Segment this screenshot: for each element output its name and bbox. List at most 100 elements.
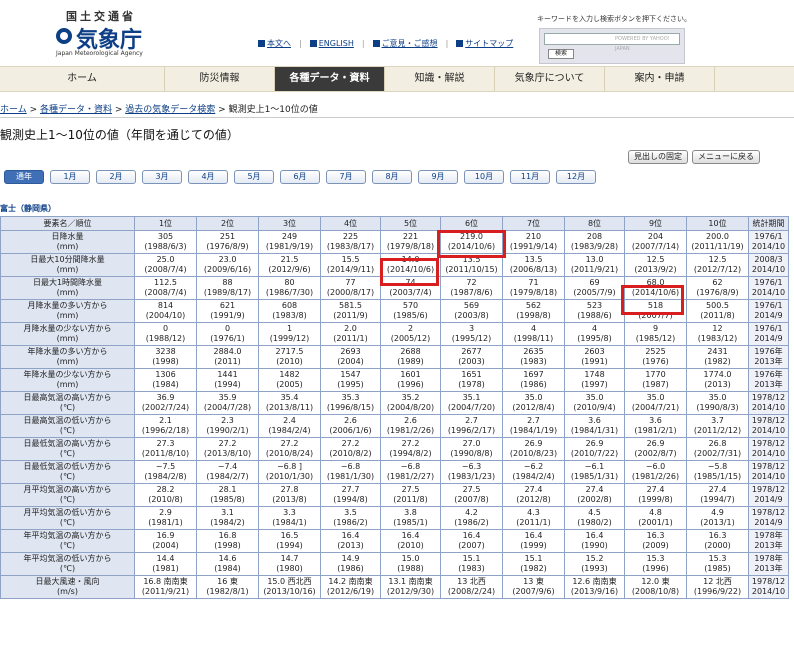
nav-item[interactable]: 防災情報 [165, 67, 275, 91]
tab-month[interactable]: 1月 [50, 170, 90, 184]
cell-value: 1547 [340, 370, 361, 379]
rank-cell: 208 (1983/9/28) [564, 230, 625, 254]
tab-month[interactable]: 12月 [556, 170, 596, 184]
element-name: 年平均気温の低い方から [23, 554, 112, 563]
cell-value: −7.5 [155, 462, 176, 471]
link-sitemap[interactable]: サイトマップ [456, 38, 513, 49]
cell-date: (1985/1/15) [693, 472, 742, 481]
cell-date: (1985/1/31) [570, 472, 619, 481]
link-feedback[interactable]: ご意見・ご感想 [372, 38, 438, 49]
cell-date: (1990/8/3) [696, 403, 739, 412]
fix-header-button[interactable]: 見出しの固定 [628, 150, 688, 164]
tab-month[interactable]: 4月 [188, 170, 228, 184]
rank-cell: 35.0 (2012/8/4) [502, 391, 565, 415]
rank-cell: 4.5 (1980/2) [564, 506, 625, 530]
cell-value: 3.3 [283, 508, 296, 517]
cell-value: 3.1 [221, 508, 234, 517]
cell-value: 16.8 [218, 531, 237, 540]
rank-cell: 4.3 (2011/1) [502, 506, 565, 530]
cell-date: (1978) [458, 380, 485, 389]
element-unit: (m/s) [57, 587, 78, 596]
cell-date: (1996) [642, 564, 669, 573]
cell-value: 608 [281, 301, 298, 310]
cell-date: (2005/7/9) [573, 288, 616, 297]
nav-item[interactable]: 気象庁について [495, 67, 605, 91]
breadcrumb-search[interactable]: 過去の気象データ検索 [125, 105, 215, 115]
table-row: 日降水量 (mm) 305 (1988/6/3) 251 (1976/8/9) 249 (19… [0, 230, 789, 254]
station-name: 富士（静岡県） [0, 204, 56, 213]
cell-value: 16.9 [156, 531, 175, 540]
tab-month[interactable]: 11月 [510, 170, 550, 184]
period-cell: 1976年 2013年 [748, 345, 789, 369]
rank-cell: 26.9 (2002/8/7) [624, 437, 687, 461]
cell-value: 35.2 [401, 393, 420, 402]
nav-item[interactable]: ホーム [0, 67, 165, 91]
cell-date: (1981/1/30) [326, 472, 375, 481]
cell-value: 1601 [400, 370, 421, 379]
cell-value: 27.2 [401, 439, 420, 448]
nav-item[interactable]: 案内・申請 [605, 67, 715, 91]
cell-date: (2011) [214, 357, 241, 366]
cell-date: (1994/7) [700, 495, 735, 504]
tab-month[interactable]: 5月 [234, 170, 274, 184]
search-button[interactable]: 検索 [548, 49, 574, 59]
table-row: 日最低気温の高い方から (℃) 27.3 (2011/8/10) 27.2 (2013/8… [0, 437, 789, 461]
cell-value: 1748 [584, 370, 605, 379]
element-name: 日最低気温の低い方から [23, 462, 112, 471]
cell-date: (1996/2/17) [447, 426, 496, 435]
rank-cell: 69 (2005/7/9) [564, 276, 625, 300]
cell-date: (2014/9/11) [326, 265, 375, 274]
row-label: 日降水量 (mm) [0, 230, 135, 254]
breadcrumb-home[interactable]: ホーム [0, 105, 27, 115]
cell-value: 251 [219, 232, 236, 241]
tab-month[interactable]: 3月 [142, 170, 182, 184]
tab-month[interactable]: 9月 [418, 170, 458, 184]
cell-date: (1995/8) [577, 334, 612, 343]
cell-value: 27.4 [646, 485, 665, 494]
cell-date: (2003/8) [454, 311, 489, 320]
cell-value: 4.9 [711, 508, 724, 517]
tab-month[interactable]: 7月 [326, 170, 366, 184]
cell-date: (1985/8) [210, 495, 245, 504]
tab-month[interactable]: 8月 [372, 170, 412, 184]
link-english[interactable]: ENGLISH [309, 39, 354, 48]
rank-cell: 210 (1991/9/14) [502, 230, 565, 254]
cell-value: 15.1 [524, 554, 543, 563]
cell-value: 26.9 [646, 439, 665, 448]
link-main-content[interactable]: 本文へ [258, 38, 291, 49]
rank-cell: 2717.5 (2010) [258, 345, 321, 369]
nav-item[interactable]: 各種データ・資料 [275, 67, 385, 91]
cell-value: 3.6 [588, 416, 601, 425]
jma-logo[interactable]: 国土交通省 気象庁 Japan Meteorological Agency [52, 6, 162, 62]
nav-item[interactable]: 知識・解説 [385, 67, 495, 91]
rank-cell: 4 (1998/11) [502, 322, 565, 346]
back-to-menu-button[interactable]: メニューに戻る [692, 150, 760, 164]
cell-date: (2010/9/4) [573, 403, 616, 412]
rank-cell: 16.4 (2010) [380, 529, 441, 553]
rank-cell: 1482 (2005) [258, 368, 321, 392]
rank-cell: 27.0 (1990/8/8) [440, 437, 503, 461]
tab-annual[interactable]: 通年 [4, 170, 44, 184]
table-header-row: 要素名／順位 1位 2位 3位 4位 5位 6位 7位 8位 9位 10位 統計期間 [0, 216, 789, 231]
period-end: 2013年 [754, 380, 783, 389]
rank-cell: 16.4 (2013) [320, 529, 381, 553]
cell-value: 28.1 [218, 485, 237, 494]
cell-date: (1976/8/9) [206, 242, 249, 251]
tab-month[interactable]: 2月 [96, 170, 136, 184]
cell-value: 16.4 [341, 531, 360, 540]
rank-cell: 28.2 (2010/8) [134, 483, 197, 507]
breadcrumb-data[interactable]: 各種データ・資料 [40, 105, 112, 115]
cell-value: 35.1 [462, 393, 481, 402]
search-input[interactable]: POWERED BY YAHOO! JAPAN [544, 33, 680, 52]
rank-cell: 4 (1995/8) [564, 322, 625, 346]
cell-date: (1988/12) [145, 334, 186, 343]
tab-month[interactable]: 6月 [280, 170, 320, 184]
tab-month[interactable]: 10月 [464, 170, 504, 184]
cell-date: (1988/6/3) [144, 242, 187, 251]
rank-cell: 35.4 (2013/8/11) [258, 391, 321, 415]
cell-value: 14.7 [280, 554, 299, 563]
cell-value: −6.8 [340, 462, 361, 471]
month-selector: 通年 1月 2月 3月 4月 5月 6月 7月 8月 9月 10月 11月 12月 [4, 170, 596, 184]
cell-date: (2014/10/6) [386, 265, 435, 274]
cell-value: 1 [286, 324, 293, 333]
